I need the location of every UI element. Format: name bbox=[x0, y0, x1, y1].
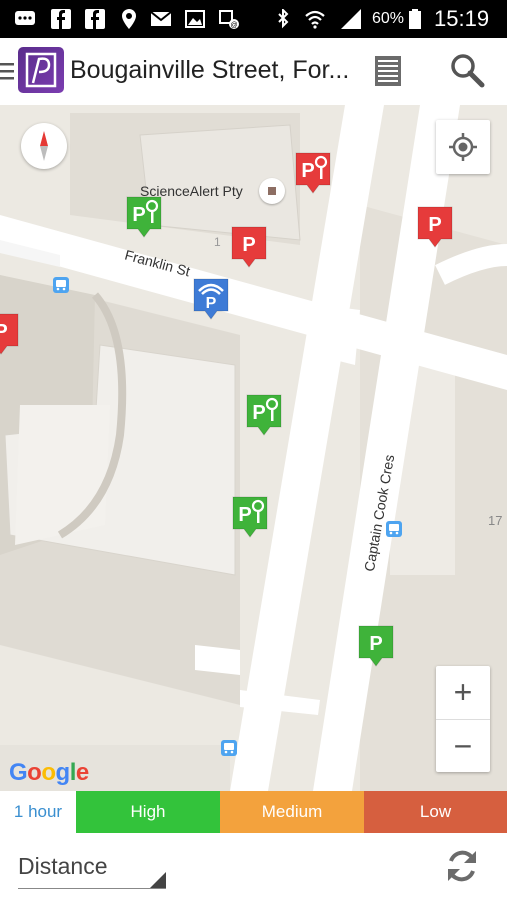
location-icon bbox=[122, 9, 136, 29]
availability-legend: 1 hour High Medium Low bbox=[0, 791, 507, 833]
clock: 15:19 bbox=[434, 6, 490, 31]
pin-glyph: P bbox=[369, 633, 382, 655]
wifi-calling-icon: @ bbox=[219, 10, 239, 29]
zoom-out-button[interactable]: − bbox=[436, 719, 490, 772]
building-number: 1 bbox=[214, 235, 221, 249]
legend-low: Low bbox=[364, 791, 507, 833]
google-logo-letter: e bbox=[75, 759, 89, 786]
search-icon[interactable] bbox=[449, 52, 485, 88]
parking-pin-red[interactable]: P bbox=[0, 312, 20, 356]
pin-glyph: P bbox=[301, 160, 314, 182]
google-logo-letter: o bbox=[41, 759, 56, 786]
refresh-icon[interactable] bbox=[444, 847, 480, 885]
legend-medium: Medium bbox=[220, 791, 364, 833]
sort-value: Distance bbox=[18, 853, 108, 879]
battery-icon bbox=[409, 9, 421, 29]
building-number: 17 bbox=[488, 513, 503, 528]
bottom-bar: Distance bbox=[0, 833, 507, 900]
facebook-icon bbox=[85, 9, 105, 29]
dropdown-arrow-icon bbox=[150, 872, 166, 888]
parking-pin-blue[interactable]: P bbox=[192, 277, 230, 321]
pin-glyph: P bbox=[428, 214, 441, 236]
pin-glyph: P bbox=[0, 321, 8, 343]
bus-stop-icon[interactable] bbox=[386, 521, 402, 537]
bluetooth-icon bbox=[278, 9, 289, 29]
parking-pin-green-meter[interactable]: P bbox=[231, 495, 269, 539]
list-icon[interactable] bbox=[373, 55, 403, 87]
pin-glyph: P bbox=[206, 295, 217, 312]
wifi-icon bbox=[305, 10, 325, 29]
battery-percent: 60% bbox=[372, 10, 405, 27]
svg-text:@: @ bbox=[230, 22, 237, 29]
pin-glyph: P bbox=[242, 234, 255, 256]
message-icon bbox=[15, 11, 35, 25]
pin-glyph: P bbox=[252, 402, 265, 424]
zoom-in-button[interactable]: + bbox=[436, 666, 490, 719]
status-bar: @ 60% 15:19 bbox=[0, 0, 507, 38]
signal-icon bbox=[341, 9, 361, 29]
google-logo-letter: g bbox=[55, 759, 71, 786]
menu-icon[interactable] bbox=[0, 60, 16, 82]
sort-dropdown[interactable]: Distance bbox=[18, 847, 166, 889]
zoom-controls: + − bbox=[436, 666, 490, 772]
crosshair-icon bbox=[449, 133, 477, 161]
bus-stop-icon[interactable] bbox=[221, 740, 237, 756]
google-logo-letter: G bbox=[9, 759, 28, 786]
google-logo-letter: o bbox=[27, 759, 42, 786]
image-icon bbox=[185, 10, 205, 28]
my-location-button[interactable] bbox=[436, 120, 490, 174]
parking-pin-red-meter[interactable]: P bbox=[294, 151, 332, 195]
google-logo: Google bbox=[9, 759, 89, 787]
app-logo-icon bbox=[18, 47, 64, 93]
pin-glyph: P bbox=[132, 204, 145, 226]
legend-high: High bbox=[76, 791, 220, 833]
parking-pin-red[interactable]: P bbox=[230, 225, 268, 269]
time-window-label[interactable]: 1 hour bbox=[0, 791, 76, 833]
map-view[interactable]: ScienceAlert Pty Franklin St Captain Coo… bbox=[0, 105, 507, 791]
poi-marker-icon[interactable] bbox=[259, 178, 285, 204]
app-bar: Bougainville Street, For... bbox=[0, 38, 507, 105]
facebook-icon bbox=[51, 9, 71, 29]
parking-pin-green-meter[interactable]: P bbox=[245, 393, 283, 437]
parking-pin-green-meter[interactable]: P bbox=[125, 195, 163, 239]
pin-glyph: P bbox=[238, 504, 251, 526]
mail-icon bbox=[150, 11, 172, 26]
compass-icon[interactable] bbox=[21, 123, 67, 169]
bus-stop-icon[interactable] bbox=[53, 277, 69, 293]
parking-pin-red[interactable]: P bbox=[416, 205, 454, 249]
page-title: Bougainville Street, For... bbox=[70, 56, 350, 84]
parking-pin-green[interactable]: P bbox=[357, 624, 395, 668]
